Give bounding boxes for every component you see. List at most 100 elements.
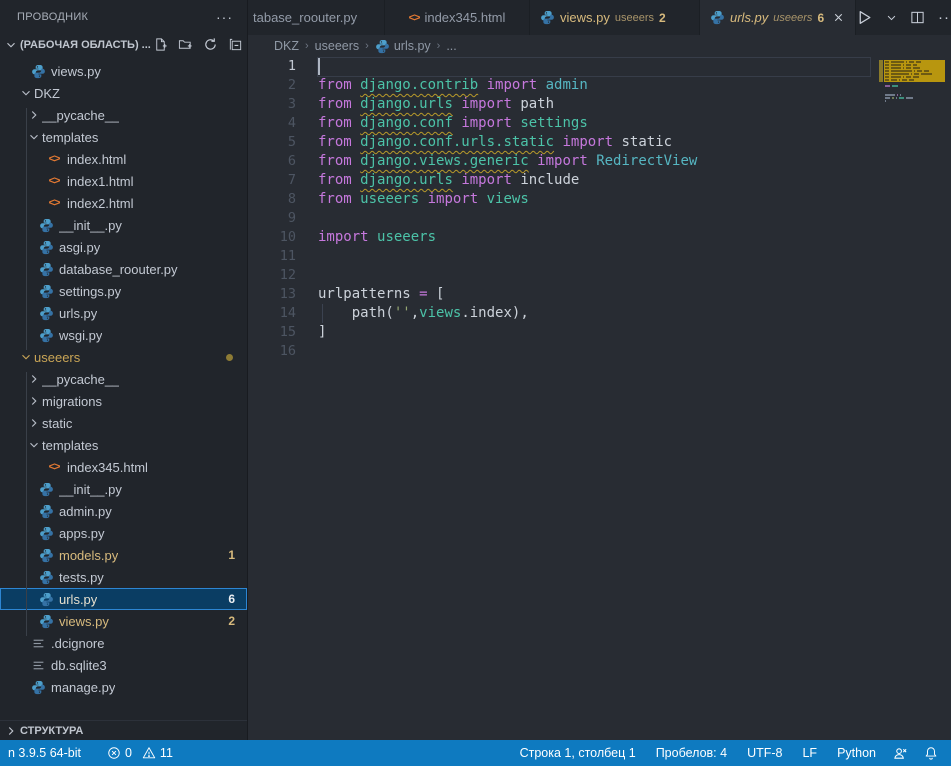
tree-item-views.py[interactable]: views.py2 (0, 610, 247, 632)
line-number: 14 (248, 304, 296, 323)
tree-item-asgi.py[interactable]: asgi.py (0, 236, 247, 258)
html-file-icon: <> (46, 151, 62, 167)
run-dropdown-icon[interactable] (886, 12, 897, 23)
code-line-2[interactable]: 2from django.contrib import admin (248, 76, 951, 95)
tree-item-db.sqlite3[interactable]: db.sqlite3 (0, 654, 247, 676)
tree-item-.dcignore[interactable]: .dcignore (0, 632, 247, 654)
status-cursor-position[interactable]: Строка 1, столбец 1 (514, 746, 642, 760)
tree-item-views.py[interactable]: views.py (0, 60, 247, 82)
breadcrumb: DKZ›useeers›urls.py›... (248, 35, 951, 57)
html-file-icon: <> (46, 195, 62, 211)
tab-views.py[interactable]: views.pyuseeers2 (530, 0, 700, 35)
tree-item-index2.html[interactable]: <>index2.html (0, 192, 247, 214)
text-cursor (318, 58, 320, 75)
new-file-icon[interactable] (153, 37, 169, 53)
tree-item-templates[interactable]: templates (0, 126, 247, 148)
more-actions-icon[interactable]: ··· (938, 9, 951, 26)
workspace-section-header[interactable]: (РАБОЧАЯ ОБЛАСТЬ) ... (0, 33, 247, 56)
breadcrumb-item-urls.py[interactable]: urls.py (375, 39, 431, 54)
tab-tabase_roouter.py[interactable]: tabase_roouter.py (248, 0, 385, 35)
code-line-8[interactable]: 8from useeers import views (248, 190, 951, 209)
code-line-10[interactable]: 10import useeers (248, 228, 951, 247)
line-number: 10 (248, 228, 296, 247)
status-language-mode[interactable]: Python (831, 746, 882, 760)
tree-item-apps.py[interactable]: apps.py (0, 522, 247, 544)
tree-item-templates[interactable]: templates (0, 434, 247, 456)
minimap[interactable] (879, 57, 945, 740)
code-line-16[interactable]: 16 (248, 342, 951, 361)
code-line-7[interactable]: 7from django.urls import include (248, 171, 951, 190)
minimap-line (885, 100, 886, 102)
tree-item-migrations[interactable]: migrations (0, 390, 247, 412)
minimap-line (885, 97, 913, 99)
status-encoding[interactable]: UTF-8 (741, 746, 788, 760)
line-number: 16 (248, 342, 296, 361)
indent-guide (322, 304, 323, 323)
error-icon (107, 746, 121, 760)
tree-item-urls.py[interactable]: urls.py (0, 302, 247, 324)
breadcrumb-item-...[interactable]: ... (446, 39, 456, 53)
tree-item-database_roouter.py[interactable]: database_roouter.py (0, 258, 247, 280)
minimap-line (885, 73, 932, 75)
python-file-icon (38, 613, 54, 629)
tree-item-index.html[interactable]: <>index.html (0, 148, 247, 170)
line-number: 6 (248, 152, 296, 171)
code-line-4[interactable]: 4from django.conf import settings (248, 114, 951, 133)
tree-item-__init__.py[interactable]: __init__.py (0, 478, 247, 500)
breadcrumb-item-useeers[interactable]: useeers (315, 39, 359, 53)
status-indentation[interactable]: Пробелов: 4 (650, 746, 733, 760)
split-editor-icon[interactable] (910, 10, 925, 25)
minimap-line (885, 70, 929, 72)
code-line-11[interactable]: 11 (248, 247, 951, 266)
vscode-window: ПРОВОДНИК ··· (РАБОЧАЯ ОБЛАСТЬ) ... view… (0, 0, 951, 740)
run-icon[interactable] (856, 9, 873, 26)
outline-section-header[interactable]: СТРУКТУРА (0, 720, 247, 740)
status-eol[interactable]: LF (796, 746, 823, 760)
tree-item-__pycache__[interactable]: __pycache__ (0, 368, 247, 390)
breadcrumb-item-DKZ[interactable]: DKZ (274, 39, 299, 53)
tab-index345.html[interactable]: <>index345.html (385, 0, 530, 35)
chevron-right-icon (26, 371, 42, 387)
tree-item-__init__.py[interactable]: __init__.py (0, 214, 247, 236)
tree-item-useeers[interactable]: useeers (0, 346, 247, 368)
notifications-icon[interactable] (919, 746, 943, 760)
minimap-line (885, 85, 898, 87)
code-line-5[interactable]: 5from django.conf.urls.static import sta… (248, 133, 951, 152)
tree-item-wsgi.py[interactable]: wsgi.py (0, 324, 247, 346)
tree-item-index1.html[interactable]: <>index1.html (0, 170, 247, 192)
code-line-9[interactable]: 9 (248, 209, 951, 228)
tree-item-index345.html[interactable]: <>index345.html (0, 456, 247, 478)
status-python-interpreter[interactable]: n 3.9.5 64-bit (2, 740, 87, 766)
chevron-right-icon (4, 724, 18, 738)
code-line-13[interactable]: 13urlpatterns = [ (248, 285, 951, 304)
tree-item-tests.py[interactable]: tests.py (0, 566, 247, 588)
tree-item-settings.py[interactable]: settings.py (0, 280, 247, 302)
refresh-icon[interactable] (203, 37, 219, 53)
code-line-3[interactable]: 3from django.urls import path (248, 95, 951, 114)
code-line-6[interactable]: 6from django.views.generic import Redire… (248, 152, 951, 171)
explorer-header: ПРОВОДНИК ··· (0, 0, 247, 33)
tree-item-admin.py[interactable]: admin.py (0, 500, 247, 522)
tree-item-models.py[interactable]: models.py1 (0, 544, 247, 566)
new-folder-icon[interactable] (178, 37, 194, 53)
line-number: 8 (248, 190, 296, 209)
tab-urls.py[interactable]: urls.pyuseeers6 (700, 0, 856, 35)
code-editor[interactable]: 1 2from django.contrib import admin 3fro… (248, 57, 951, 740)
close-icon[interactable] (831, 10, 845, 26)
tree-item-__pycache__[interactable]: __pycache__ (0, 104, 247, 126)
status-problems[interactable]: 0 11 (101, 740, 179, 766)
explorer-more-actions-icon[interactable]: ··· (216, 9, 233, 25)
explorer-title: ПРОВОДНИК (17, 11, 216, 23)
tab-badge: 2 (659, 11, 666, 25)
tree-item-static[interactable]: static (0, 412, 247, 434)
tree-item-DKZ[interactable]: DKZ (0, 82, 247, 104)
code-line-14[interactable]: 14 path('',views.index), (248, 304, 951, 323)
tree-item-manage.py[interactable]: manage.py (0, 676, 247, 698)
tree-item-urls.py[interactable]: urls.py6 (0, 588, 247, 610)
collapse-all-icon[interactable] (228, 37, 244, 53)
feedback-icon[interactable] (888, 746, 913, 761)
minimap-line (885, 64, 917, 66)
code-line-12[interactable]: 12 (248, 266, 951, 285)
chevron-down-icon (4, 38, 18, 52)
code-line-15[interactable]: 15] (248, 323, 951, 342)
